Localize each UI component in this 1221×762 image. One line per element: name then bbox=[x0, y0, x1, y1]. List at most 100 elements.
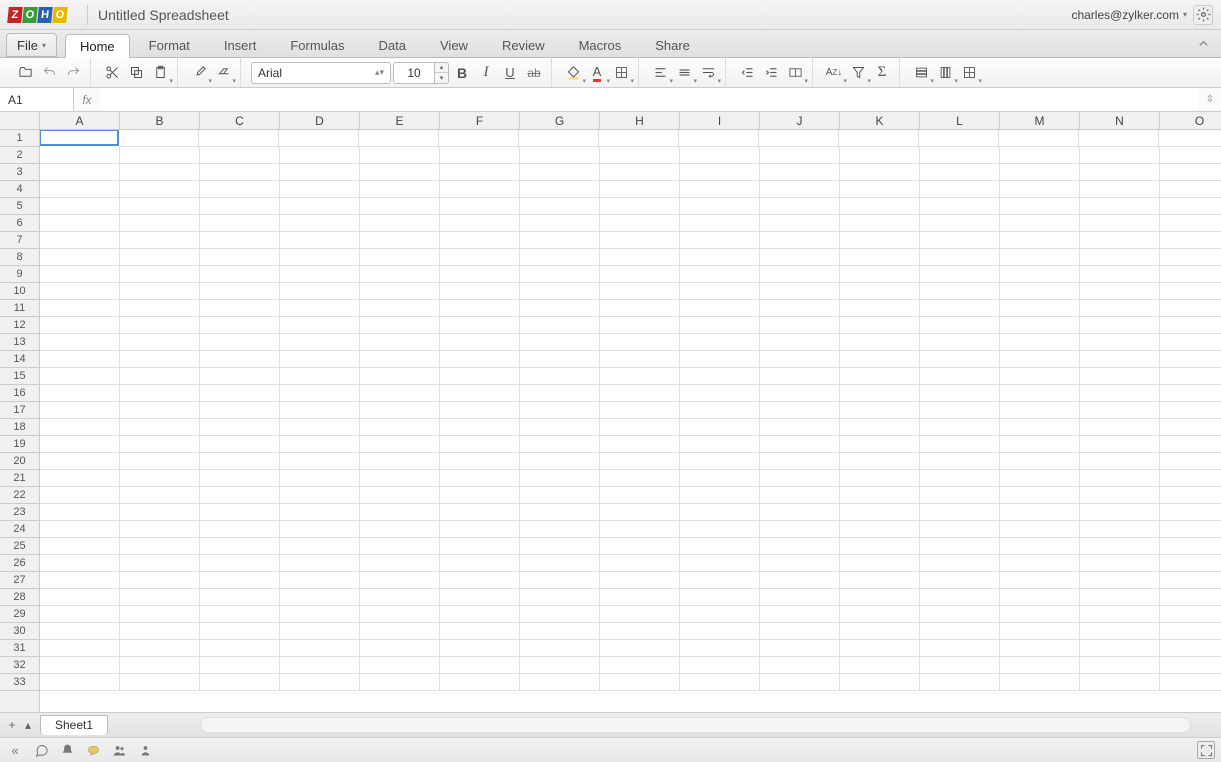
cell-K25[interactable] bbox=[840, 538, 920, 555]
cell-I4[interactable] bbox=[680, 181, 760, 198]
cell-K21[interactable] bbox=[840, 470, 920, 487]
cell-E12[interactable] bbox=[360, 317, 440, 334]
cell-J16[interactable] bbox=[760, 385, 840, 402]
insert-rows-button[interactable] bbox=[910, 62, 932, 84]
row-header-8[interactable]: 8 bbox=[0, 249, 39, 266]
row-header-15[interactable]: 15 bbox=[0, 368, 39, 385]
cell-N20[interactable] bbox=[1080, 453, 1160, 470]
cell-J13[interactable] bbox=[760, 334, 840, 351]
cell-D13[interactable] bbox=[280, 334, 360, 351]
cell-H33[interactable] bbox=[600, 674, 680, 691]
cell-N15[interactable] bbox=[1080, 368, 1160, 385]
cell-B22[interactable] bbox=[120, 487, 200, 504]
cell-F32[interactable] bbox=[440, 657, 520, 674]
cell-I26[interactable] bbox=[680, 555, 760, 572]
cell-F8[interactable] bbox=[440, 249, 520, 266]
cell-A21[interactable] bbox=[40, 470, 120, 487]
cell-N7[interactable] bbox=[1080, 232, 1160, 249]
cell-I15[interactable] bbox=[680, 368, 760, 385]
cell-H24[interactable] bbox=[600, 521, 680, 538]
cell-C17[interactable] bbox=[200, 402, 280, 419]
tab-share[interactable]: Share bbox=[640, 33, 705, 57]
cell-J31[interactable] bbox=[760, 640, 840, 657]
cell-A8[interactable] bbox=[40, 249, 120, 266]
cell-I22[interactable] bbox=[680, 487, 760, 504]
cell-D9[interactable] bbox=[280, 266, 360, 283]
column-header-G[interactable]: G bbox=[520, 112, 600, 129]
cell-F5[interactable] bbox=[440, 198, 520, 215]
file-menu[interactable]: File▾ bbox=[6, 33, 57, 57]
column-header-E[interactable]: E bbox=[360, 112, 440, 129]
collaborators-button[interactable] bbox=[110, 741, 128, 759]
sheet-tab-1[interactable]: Sheet1 bbox=[40, 715, 108, 735]
cell-D4[interactable] bbox=[280, 181, 360, 198]
cell-C6[interactable] bbox=[200, 215, 280, 232]
cell-E27[interactable] bbox=[360, 572, 440, 589]
cell-A20[interactable] bbox=[40, 453, 120, 470]
row-header-10[interactable]: 10 bbox=[0, 283, 39, 300]
fx-label[interactable]: fx bbox=[74, 93, 100, 107]
cell-I31[interactable] bbox=[680, 640, 760, 657]
cell-D27[interactable] bbox=[280, 572, 360, 589]
cell-D12[interactable] bbox=[280, 317, 360, 334]
cell-M25[interactable] bbox=[1000, 538, 1080, 555]
cell-N10[interactable] bbox=[1080, 283, 1160, 300]
cell-C12[interactable] bbox=[200, 317, 280, 334]
cell-B12[interactable] bbox=[120, 317, 200, 334]
cell-L27[interactable] bbox=[920, 572, 1000, 589]
cell-G13[interactable] bbox=[520, 334, 600, 351]
cell-E11[interactable] bbox=[360, 300, 440, 317]
cell-F4[interactable] bbox=[440, 181, 520, 198]
cell-J7[interactable] bbox=[760, 232, 840, 249]
cell-C11[interactable] bbox=[200, 300, 280, 317]
cell-E25[interactable] bbox=[360, 538, 440, 555]
cell-F26[interactable] bbox=[440, 555, 520, 572]
cell-L26[interactable] bbox=[920, 555, 1000, 572]
cell-B20[interactable] bbox=[120, 453, 200, 470]
cell-G1[interactable] bbox=[519, 130, 599, 147]
cell-A14[interactable] bbox=[40, 351, 120, 368]
cell-O28[interactable] bbox=[1160, 589, 1221, 606]
cell-C31[interactable] bbox=[200, 640, 280, 657]
cell-L12[interactable] bbox=[920, 317, 1000, 334]
font-size-spinner[interactable]: ▴▾ bbox=[435, 62, 449, 84]
row-header-32[interactable]: 32 bbox=[0, 657, 39, 674]
cell-B28[interactable] bbox=[120, 589, 200, 606]
cell-G7[interactable] bbox=[520, 232, 600, 249]
row-header-19[interactable]: 19 bbox=[0, 436, 39, 453]
cell-J3[interactable] bbox=[760, 164, 840, 181]
user-menu[interactable]: charles@zylker.com ▾ bbox=[1071, 8, 1187, 22]
cell-L23[interactable] bbox=[920, 504, 1000, 521]
cut-button[interactable] bbox=[101, 62, 123, 84]
row-header-24[interactable]: 24 bbox=[0, 521, 39, 538]
cell-E4[interactable] bbox=[360, 181, 440, 198]
cell-C23[interactable] bbox=[200, 504, 280, 521]
cell-F28[interactable] bbox=[440, 589, 520, 606]
row-header-20[interactable]: 20 bbox=[0, 453, 39, 470]
cell-C19[interactable] bbox=[200, 436, 280, 453]
cell-H18[interactable] bbox=[600, 419, 680, 436]
cell-N16[interactable] bbox=[1080, 385, 1160, 402]
cell-L4[interactable] bbox=[920, 181, 1000, 198]
cell-K32[interactable] bbox=[840, 657, 920, 674]
cell-O32[interactable] bbox=[1160, 657, 1221, 674]
cell-A9[interactable] bbox=[40, 266, 120, 283]
cell-G30[interactable] bbox=[520, 623, 600, 640]
cell-B30[interactable] bbox=[120, 623, 200, 640]
cell-A22[interactable] bbox=[40, 487, 120, 504]
underline-button[interactable]: U bbox=[499, 62, 521, 84]
cell-L24[interactable] bbox=[920, 521, 1000, 538]
row-header-21[interactable]: 21 bbox=[0, 470, 39, 487]
cell-C4[interactable] bbox=[200, 181, 280, 198]
cell-E13[interactable] bbox=[360, 334, 440, 351]
cell-O3[interactable] bbox=[1160, 164, 1221, 181]
cell-L21[interactable] bbox=[920, 470, 1000, 487]
cell-K24[interactable] bbox=[840, 521, 920, 538]
cell-C28[interactable] bbox=[200, 589, 280, 606]
column-header-F[interactable]: F bbox=[440, 112, 520, 129]
cell-O1[interactable] bbox=[1159, 130, 1221, 147]
cell-F31[interactable] bbox=[440, 640, 520, 657]
column-header-H[interactable]: H bbox=[600, 112, 680, 129]
copy-button[interactable] bbox=[125, 62, 147, 84]
cell-M5[interactable] bbox=[1000, 198, 1080, 215]
